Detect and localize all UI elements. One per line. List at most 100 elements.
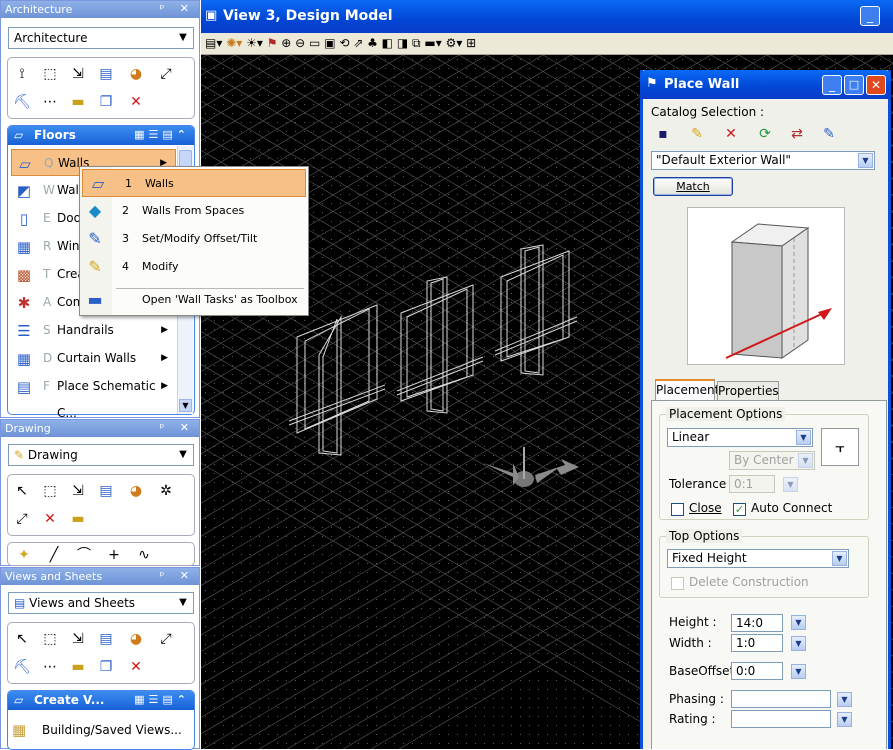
menu-item-walls[interactable]: ▱ 1 Walls	[82, 169, 306, 197]
palette-icon[interactable]: ◕	[126, 64, 146, 84]
view-attributes-icon[interactable]: ▤▾	[205, 36, 226, 50]
views-combo[interactable]: ▤ Views and Sheets ▼	[8, 592, 194, 614]
base-offset-field[interactable]: 0:0	[731, 662, 783, 680]
task-item-handrails[interactable]: ☰ S Handrails ▶	[11, 317, 176, 344]
palette-icon[interactable]: ◕	[126, 481, 146, 501]
panel-controls[interactable]: ᵖ ✕	[160, 2, 195, 15]
bulb-icon[interactable]: ✦	[14, 545, 34, 565]
display-style-icon[interactable]: ✺▾	[226, 36, 246, 50]
delete-icon[interactable]: ✕	[40, 509, 60, 529]
lighting-icon[interactable]: ☀▾	[246, 36, 267, 50]
refresh-icon[interactable]: ⟳	[755, 124, 775, 144]
task-item-place-schematic-c[interactable]: ▤ F Place Schematic C... ▶	[11, 373, 176, 420]
menu-item-set-modify-offset-tilt[interactable]: ✎ 3 Set/Modify Offset/Tilt	[80, 225, 308, 253]
pan-icon[interactable]: ⇗	[353, 36, 367, 50]
close-button[interactable]: ✕	[866, 75, 886, 95]
line-icon[interactable]: ╱	[44, 545, 64, 565]
copy-view-icon[interactable]: ⧉	[412, 36, 424, 50]
copy-icon[interactable]: ❐	[96, 92, 116, 112]
view-previous-icon[interactable]: ◧	[382, 36, 397, 50]
snap-icon[interactable]: ✲	[156, 481, 176, 501]
window-area-icon[interactable]: ▭	[309, 36, 324, 50]
ruler-icon[interactable]: ▬	[68, 92, 88, 112]
phasing-spinner[interactable]: ▼	[837, 692, 852, 707]
height-spinner[interactable]: ▼	[791, 615, 806, 630]
properties-icon[interactable]: ✎	[819, 124, 839, 144]
open-toolbox-item[interactable]: ▬ Open 'Wall Tasks' as Toolbox	[80, 286, 308, 314]
resize-icon[interactable]: ⤢	[156, 64, 176, 84]
task-view-controls[interactable]: ▦☰▤⌃	[134, 693, 190, 706]
ruler-icon[interactable]: ▬	[68, 509, 88, 529]
zoom-out-icon[interactable]: ⊖	[295, 36, 309, 50]
camera-icon[interactable]: ⚙▾	[446, 36, 467, 50]
select-icon[interactable]: ↖	[12, 481, 32, 501]
fence-icon[interactable]: ⬚	[40, 481, 60, 501]
panel-controls[interactable]: ᵖ ✕	[160, 569, 195, 582]
top-mode-dropdown[interactable]: Fixed Height ▼	[667, 549, 849, 568]
place-element-icon[interactable]: ⟟	[12, 64, 32, 84]
update-view-icon[interactable]: ⚑	[267, 36, 282, 50]
save-icon[interactable]: ▪	[653, 124, 673, 144]
paint-icon[interactable]: ⛏	[12, 657, 32, 677]
delete-icon[interactable]: ✕	[126, 657, 146, 677]
chevron-down-icon[interactable]: ▼	[173, 445, 193, 465]
wall-alignment-button[interactable]: ⫟	[821, 428, 859, 466]
auto-connect-checkbox[interactable]: ✓	[733, 503, 746, 516]
ruler-icon[interactable]: ▬	[68, 657, 88, 677]
rotate-view-icon[interactable]: ⟲	[339, 36, 353, 50]
menu-item-modify[interactable]: ✎ 4 Modify	[80, 253, 308, 281]
tab-placement[interactable]: Placement	[655, 379, 719, 400]
zoom-in-icon[interactable]: ⊕	[281, 36, 295, 50]
chevron-down-icon[interactable]: ▼	[173, 593, 193, 613]
resize-icon[interactable]: ⤢	[12, 509, 32, 529]
base-offset-spinner[interactable]: ▼	[791, 664, 806, 679]
maximize-button[interactable]: □	[844, 75, 864, 95]
create-views-header[interactable]: ▱ Create V... ▦☰▤⌃	[8, 691, 194, 710]
panel-controls[interactable]: ᵖ ✕	[160, 421, 195, 434]
minimize-button[interactable]: _	[822, 75, 842, 95]
copy-icon[interactable]: ❐	[96, 657, 116, 677]
select-icon[interactable]: ↖	[12, 629, 32, 649]
rating-field[interactable]	[731, 710, 831, 728]
measure-icon[interactable]: ▤	[96, 64, 116, 84]
tab-properties[interactable]: Properties	[717, 381, 779, 400]
delete-icon[interactable]: ✕	[126, 92, 146, 112]
placement-mode-dropdown[interactable]: Linear ▼	[667, 428, 813, 447]
match-button[interactable]: Match	[653, 177, 733, 196]
edit-catalog-icon[interactable]: ✎	[687, 124, 707, 144]
chevron-down-icon[interactable]: ▼	[832, 551, 847, 566]
import-icon[interactable]: ⇄	[787, 124, 807, 144]
width-spinner[interactable]: ▼	[791, 636, 806, 651]
curve-icon[interactable]: ∿	[134, 545, 154, 565]
move-icon[interactable]: ⇲	[68, 481, 88, 501]
measure-icon[interactable]: ▤	[96, 481, 116, 501]
building-views-item[interactable]: ▦ Building/Saved Views...	[12, 719, 182, 741]
catalog-dropdown[interactable]: "Default Exterior Wall" ▼	[651, 151, 875, 170]
palette-icon[interactable]: ◕	[126, 629, 146, 649]
point-icon[interactable]: +	[104, 545, 124, 565]
align-icon[interactable]: ⋯	[40, 92, 60, 112]
architecture-combo[interactable]: Architecture ▼	[8, 27, 194, 49]
align-icon[interactable]: ⋯	[40, 657, 60, 677]
drawing-combo[interactable]: ✎ Drawing ▼	[8, 444, 194, 466]
measure-icon[interactable]: ▤	[96, 629, 116, 649]
resize-icon[interactable]: ⤢	[156, 629, 176, 649]
menu-item-walls-from-spaces[interactable]: ◆ 2 Walls From Spaces	[80, 197, 308, 225]
width-field[interactable]: 1:0	[731, 634, 783, 652]
floors-task-header[interactable]: ▱ Floors ▦☰▤⌃	[8, 126, 194, 145]
close-checkbox[interactable]	[671, 503, 684, 516]
paint-icon[interactable]: ⛏	[12, 92, 32, 112]
phasing-field[interactable]	[731, 690, 831, 708]
move-icon[interactable]: ⇲	[68, 629, 88, 649]
chevron-down-icon[interactable]: ▼	[173, 28, 193, 48]
view-next-icon[interactable]: ◨	[397, 36, 412, 50]
height-field[interactable]: 14:0	[731, 614, 783, 632]
select-icon[interactable]: ⬚	[40, 64, 60, 84]
task-view-controls[interactable]: ▦☰▤⌃	[134, 128, 190, 141]
fit-view-icon[interactable]: ▣	[324, 36, 339, 50]
save-view-icon[interactable]: ⊞	[466, 36, 476, 50]
delete-icon[interactable]: ✕	[721, 124, 741, 144]
chevron-down-icon[interactable]: ▼	[858, 153, 873, 168]
arc-icon[interactable]: ⌒	[74, 545, 94, 565]
fence-icon[interactable]: ⬚	[40, 629, 60, 649]
